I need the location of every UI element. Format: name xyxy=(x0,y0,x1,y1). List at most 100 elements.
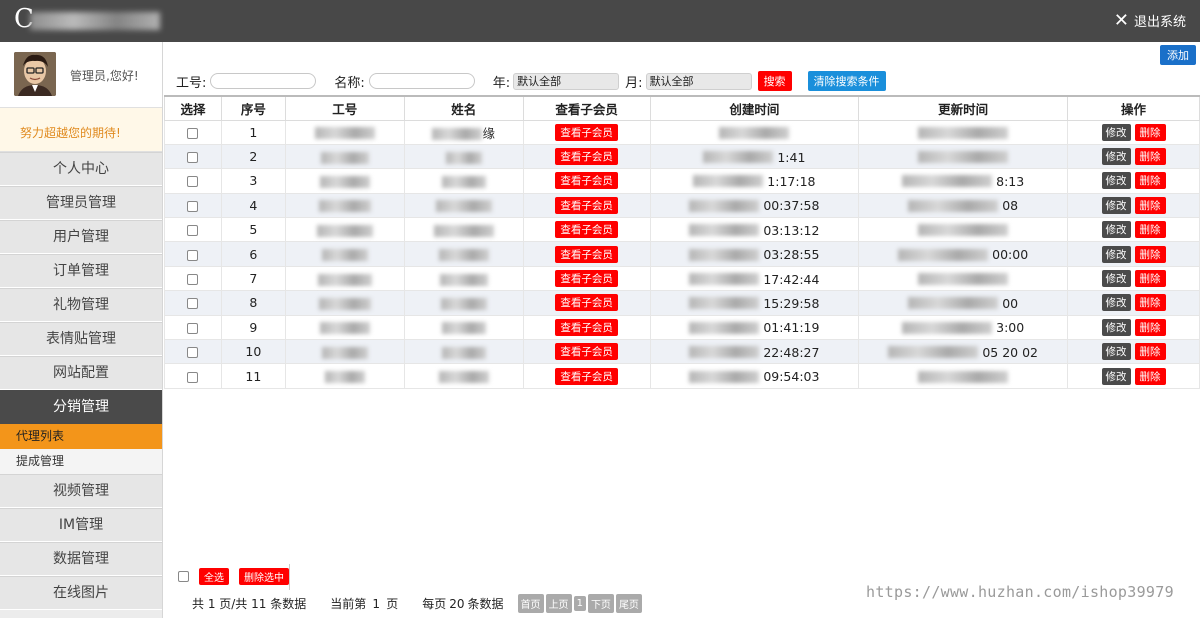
prev-page-button[interactable]: 上页 xyxy=(545,594,572,613)
view-submembers-button[interactable]: 查看子会员 xyxy=(555,343,618,361)
table-row: 10 查看子会员 22:48:27 05 20 02 修改 删除 xyxy=(164,339,1200,365)
row-checkbox[interactable] xyxy=(187,371,199,383)
edit-button[interactable]: 修改 xyxy=(1101,123,1131,141)
select-all-checkbox[interactable] xyxy=(178,571,189,582)
sidebar-item-distribution[interactable]: 分销管理 xyxy=(0,390,162,424)
delete-button[interactable]: 删除 xyxy=(1134,123,1166,141)
sidebar-item-stickers[interactable]: 表情贴管理 xyxy=(0,322,162,356)
row-checkbox[interactable] xyxy=(187,127,199,139)
edit-button[interactable]: 修改 xyxy=(1101,196,1131,214)
select-all-button[interactable]: 全选 xyxy=(199,568,229,585)
row-view-cell: 查看子会员 xyxy=(522,266,651,292)
sidebar-item-data[interactable]: 数据管理 xyxy=(0,542,162,576)
year-select[interactable]: 默认全部 xyxy=(513,72,620,90)
row-select-cell xyxy=(164,339,222,365)
delete-button[interactable]: 删除 xyxy=(1134,318,1166,336)
sidebar-item-admins[interactable]: 管理员管理 xyxy=(0,186,162,220)
row-checkbox[interactable] xyxy=(187,298,199,310)
edit-button[interactable]: 修改 xyxy=(1101,172,1131,190)
redacted-date xyxy=(689,199,760,212)
delete-button[interactable]: 删除 xyxy=(1134,367,1166,385)
delete-button[interactable]: 删除 xyxy=(1134,245,1166,263)
table-row: 9 查看子会员 01:41:19 3:00 修改 删除 xyxy=(164,315,1200,341)
view-submembers-button[interactable]: 查看子会员 xyxy=(555,196,618,214)
delete-button[interactable]: 删除 xyxy=(1134,148,1166,166)
sidebar-item-site-config[interactable]: 网站配置 xyxy=(0,356,162,390)
delete-button[interactable]: 删除 xyxy=(1134,343,1166,361)
view-submembers-button[interactable]: 查看子会员 xyxy=(555,172,618,190)
edit-button[interactable]: 修改 xyxy=(1101,343,1131,361)
row-actions: 修改 删除 xyxy=(1067,193,1200,219)
redacted-date xyxy=(703,151,774,164)
row-checkbox[interactable] xyxy=(187,200,199,212)
next-page-button[interactable]: 下页 xyxy=(587,594,614,613)
first-page-button[interactable]: 首页 xyxy=(517,594,544,613)
redacted-date xyxy=(689,370,760,383)
column-header: 姓名 xyxy=(403,95,524,121)
row-checkbox[interactable] xyxy=(187,274,199,286)
month-select[interactable]: 默认全部 xyxy=(645,72,752,90)
row-select-cell xyxy=(164,168,222,194)
row-select-cell xyxy=(164,266,222,292)
created-time: 22:48:27 xyxy=(763,344,820,360)
row-checkbox[interactable] xyxy=(187,322,199,334)
delete-button[interactable]: 删除 xyxy=(1134,221,1166,239)
sidebar-item-images[interactable]: 在线图片 xyxy=(0,576,162,610)
delete-button[interactable]: 删除 xyxy=(1134,172,1166,190)
sidebar-item-im[interactable]: IM管理 xyxy=(0,508,162,542)
row-actions: 修改 删除 xyxy=(1067,217,1200,243)
delete-button[interactable]: 删除 xyxy=(1134,294,1166,312)
row-checkbox[interactable] xyxy=(187,347,199,359)
view-submembers-button[interactable]: 查看子会员 xyxy=(555,221,618,239)
row-checkbox[interactable] xyxy=(187,176,199,188)
row-index: 11 xyxy=(220,363,286,389)
edit-button[interactable]: 修改 xyxy=(1101,245,1131,263)
search-button[interactable]: 搜索 xyxy=(757,71,792,91)
sidebar-item-videos[interactable]: 视频管理 xyxy=(0,474,162,508)
edit-button[interactable]: 修改 xyxy=(1101,148,1131,166)
row-updated xyxy=(858,266,1069,292)
sidebar-item-users[interactable]: 用户管理 xyxy=(0,220,162,254)
sidebar-subitem-agent-list[interactable]: 代理列表 xyxy=(0,424,162,449)
view-submembers-button[interactable]: 查看子会员 xyxy=(555,245,618,263)
row-view-cell: 查看子会员 xyxy=(522,217,651,243)
edit-button[interactable]: 修改 xyxy=(1101,318,1131,336)
row-checkbox[interactable] xyxy=(187,152,199,164)
edit-button[interactable]: 修改 xyxy=(1101,270,1131,288)
redacted-date xyxy=(918,224,1009,237)
row-checkbox[interactable] xyxy=(187,225,199,237)
row-name xyxy=(403,144,524,170)
row-index: 9 xyxy=(220,315,286,341)
edit-button[interactable]: 修改 xyxy=(1101,221,1131,239)
row-select-cell xyxy=(164,290,222,316)
sidebar-subitem-commission[interactable]: 提成管理 xyxy=(0,449,162,474)
name-input[interactable] xyxy=(368,73,475,89)
redacted-name xyxy=(438,249,489,262)
view-submembers-button[interactable]: 查看子会员 xyxy=(555,318,618,336)
sidebar-item-orders[interactable]: 订单管理 xyxy=(0,254,162,288)
redacted-name xyxy=(441,322,486,335)
row-select-cell xyxy=(164,241,222,267)
row-checkbox[interactable] xyxy=(187,249,199,261)
view-submembers-button[interactable]: 查看子会员 xyxy=(555,148,618,166)
greeting-text: 管理员,您好! xyxy=(70,69,139,83)
view-submembers-button[interactable]: 查看子会员 xyxy=(555,123,618,141)
sidebar-item-personal[interactable]: 个人中心 xyxy=(0,152,162,186)
sidebar-item-gifts[interactable]: 礼物管理 xyxy=(0,288,162,322)
delete-selected-button[interactable]: 删除选中 xyxy=(239,568,289,585)
edit-button[interactable]: 修改 xyxy=(1101,367,1131,385)
delete-button[interactable]: 删除 xyxy=(1134,270,1166,288)
add-button[interactable]: 添加 xyxy=(1160,45,1196,65)
row-select-cell xyxy=(164,193,222,219)
page-number-button[interactable]: 1 xyxy=(573,596,586,611)
view-submembers-button[interactable]: 查看子会员 xyxy=(555,367,618,385)
logout-button[interactable]: ✕ 退出系统 xyxy=(1114,11,1186,30)
id-input[interactable] xyxy=(210,73,317,89)
view-submembers-button[interactable]: 查看子会员 xyxy=(555,270,618,288)
row-name xyxy=(403,241,524,267)
edit-button[interactable]: 修改 xyxy=(1101,294,1131,312)
view-submembers-button[interactable]: 查看子会员 xyxy=(555,294,618,312)
last-page-button[interactable]: 尾页 xyxy=(615,594,642,613)
delete-button[interactable]: 删除 xyxy=(1134,196,1166,214)
clear-search-button[interactable]: 清除搜索条件 xyxy=(807,71,886,91)
